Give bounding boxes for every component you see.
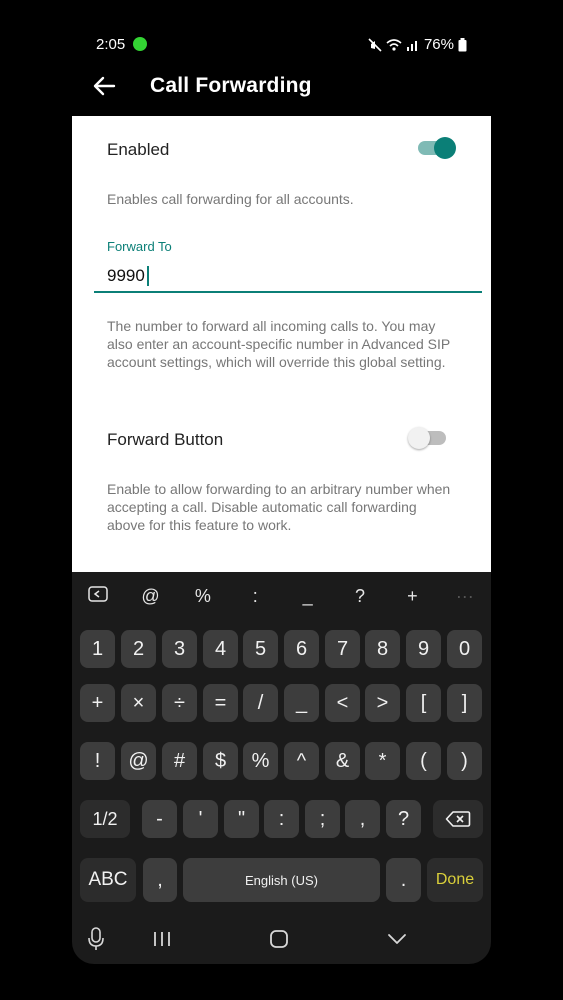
key[interactable]: 0 (447, 630, 482, 668)
page-title: Call Forwarding (150, 74, 312, 97)
enabled-label: Enabled (107, 140, 170, 159)
key[interactable]: × (121, 684, 156, 722)
toggle-knob (434, 137, 456, 159)
backspace-icon (445, 811, 471, 827)
phone-screen: 2:05 76% Call Forwarding Enabled Enables… (72, 28, 491, 964)
key[interactable]: ^ (284, 742, 319, 780)
active-call-dot-icon (133, 37, 147, 51)
forward-button-toggle[interactable] (408, 427, 446, 449)
signal-icon (406, 40, 417, 51)
key[interactable]: % (243, 742, 278, 780)
symbol-bar: @ % : _ ? + ··· (72, 572, 491, 620)
backspace-key[interactable] (433, 800, 483, 838)
more-symbols-key[interactable]: ··· (439, 586, 491, 607)
status-bar: 2:05 76% (72, 28, 491, 60)
battery-percent: 76% (423, 36, 454, 53)
chevron-down-icon[interactable] (386, 926, 408, 952)
symbol-key[interactable]: % (177, 586, 229, 607)
enabled-description: Enables call forwarding for all accounts… (107, 191, 354, 207)
period-key[interactable]: . (386, 858, 421, 902)
key[interactable]: * (365, 742, 400, 780)
key[interactable]: # (162, 742, 197, 780)
key[interactable]: ! (80, 742, 115, 780)
key[interactable]: 7 (325, 630, 360, 668)
key[interactable]: ? (386, 800, 421, 838)
key[interactable]: 9 (406, 630, 441, 668)
key[interactable]: = (203, 684, 238, 722)
forward-to-label: Forward To (107, 239, 172, 254)
wifi-icon (386, 38, 402, 51)
text-cursor (147, 266, 149, 286)
mute-icon (368, 37, 382, 52)
keyboard-toggle-icon[interactable] (72, 585, 124, 608)
key[interactable]: - (142, 800, 177, 838)
key[interactable]: ÷ (162, 684, 197, 722)
key[interactable]: 1 (80, 630, 115, 668)
abc-key[interactable]: ABC (80, 858, 136, 902)
key[interactable]: , (345, 800, 380, 838)
recent-apps-icon[interactable] (152, 926, 172, 952)
status-time: 2:05 (96, 36, 126, 53)
enabled-toggle[interactable] (418, 137, 456, 159)
comma-key[interactable]: , (143, 858, 177, 902)
settings-list: Enabled Enables call forwarding for all … (72, 116, 491, 572)
key[interactable]: 8 (365, 630, 400, 668)
key[interactable]: [ (406, 684, 441, 722)
key[interactable]: ; (305, 800, 340, 838)
key[interactable]: : (264, 800, 299, 838)
space-key[interactable]: English (US) (183, 858, 380, 902)
symbol-key[interactable]: : (229, 586, 281, 607)
key[interactable]: ] (447, 684, 482, 722)
symbol-key[interactable]: + (386, 586, 438, 607)
battery-icon (458, 37, 467, 51)
microphone-icon[interactable] (86, 926, 106, 952)
key[interactable]: > (365, 684, 400, 722)
key[interactable]: + (80, 684, 115, 722)
forward-to-input[interactable] (94, 261, 482, 293)
key[interactable]: 3 (162, 630, 197, 668)
forward-button-description: Enable to allow forwarding to an arbitra… (107, 481, 451, 533)
home-icon[interactable] (269, 926, 289, 952)
key[interactable]: 4 (203, 630, 238, 668)
key[interactable]: ( (406, 742, 441, 780)
key[interactable]: @ (121, 742, 156, 780)
key[interactable]: 2 (121, 630, 156, 668)
key[interactable]: / (243, 684, 278, 722)
symbol-key[interactable]: @ (124, 586, 176, 607)
key[interactable]: < (325, 684, 360, 722)
system-nav-bar (72, 916, 491, 964)
key[interactable]: $ (203, 742, 238, 780)
status-icons: 76% (368, 36, 467, 53)
app-bar: Call Forwarding (72, 60, 491, 116)
back-arrow-icon[interactable] (90, 72, 118, 100)
forward-button-label: Forward Button (107, 430, 224, 449)
symbol-key[interactable]: ? (334, 586, 386, 607)
toggle-knob (408, 427, 430, 449)
key[interactable]: 6 (284, 630, 319, 668)
key[interactable]: & (325, 742, 360, 780)
key[interactable]: ) (447, 742, 482, 780)
symbol-key[interactable]: _ (282, 586, 334, 607)
keyboard: @ % : _ ? + ··· 1 2 3 4 5 6 7 8 9 0 + × … (72, 572, 491, 964)
key[interactable]: " (224, 800, 259, 838)
key[interactable]: 5 (243, 630, 278, 668)
key[interactable]: ' (183, 800, 218, 838)
forward-to-description: The number to forward all incoming calls… (107, 318, 450, 370)
key-half-page[interactable]: 1/2 (80, 800, 130, 838)
done-key[interactable]: Done (427, 858, 483, 902)
key[interactable]: _ (284, 684, 319, 722)
